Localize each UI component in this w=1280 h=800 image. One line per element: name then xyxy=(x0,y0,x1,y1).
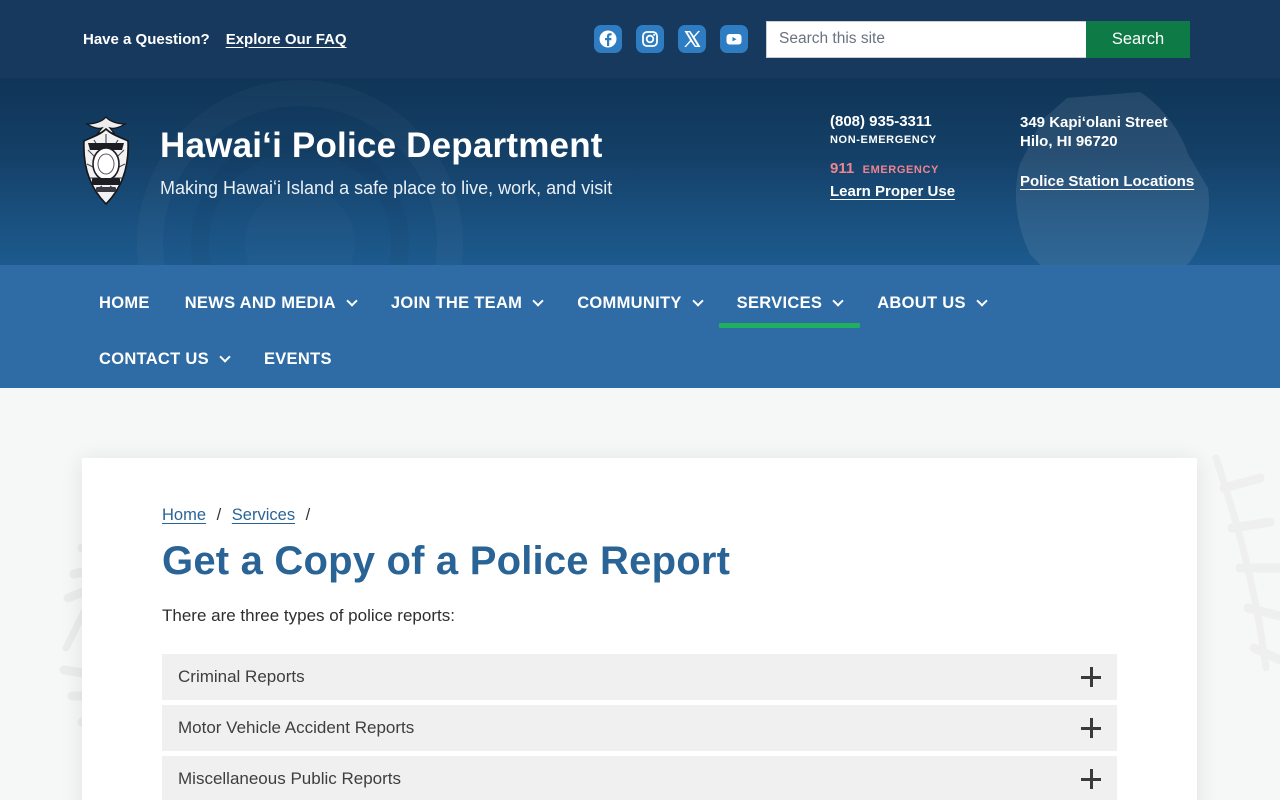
search-input[interactable] xyxy=(766,20,1086,58)
site-identity: Hawaiʻi Police Department Making Hawaiʻi… xyxy=(160,126,612,199)
facebook-icon[interactable] xyxy=(594,25,622,53)
nav-item-home[interactable]: HOME xyxy=(99,294,150,313)
chevron-down-icon xyxy=(832,295,844,307)
nav-label: SERVICES xyxy=(736,293,823,312)
learn-proper-use-link[interactable]: Learn Proper Use xyxy=(830,183,955,200)
hpd-badge-logo xyxy=(83,116,129,206)
nav-item-news-and-media[interactable]: NEWS AND MEDIA xyxy=(184,293,358,313)
emergency-label: EMERGENCY xyxy=(862,164,939,176)
phone-contact-block: (808) 935-3311 NON-EMERGENCY 911 EMERGEN… xyxy=(830,113,955,201)
nav-item-events[interactable]: EVENTS xyxy=(264,350,332,369)
phone-label: NON-EMERGENCY xyxy=(830,134,937,146)
address-line-1: 349 Kapiʻolani Street xyxy=(1020,114,1168,131)
accordion-label: Criminal Reports xyxy=(178,667,305,686)
breadcrumb: Home / Services / xyxy=(162,506,1117,525)
accordion-criminal-reports[interactable]: Criminal Reports xyxy=(162,654,1117,700)
breadcrumb-separator: / xyxy=(216,506,222,524)
chevron-down-icon xyxy=(691,295,704,307)
accordion-list: Criminal Reports Motor Vehicle Accident … xyxy=(162,654,1117,800)
instagram-icon[interactable] xyxy=(636,25,664,53)
faq-prompt: Have a Question? Explore Our FAQ xyxy=(83,31,347,48)
chevron-down-icon xyxy=(532,295,544,307)
x-twitter-icon[interactable] xyxy=(678,25,706,53)
nav-row-2: CONTACT US EVENTS xyxy=(99,335,1280,383)
accordion-miscellaneous-public-reports[interactable]: Miscellaneous Public Reports xyxy=(162,756,1117,800)
page-title: Get a Copy of a Police Report xyxy=(162,539,731,583)
chevron-down-icon xyxy=(346,295,358,307)
nav-item-join-the-team[interactable]: JOIN THE TEAM xyxy=(390,293,544,313)
site-tagline: Making Hawaiʻi Island a safe place to li… xyxy=(160,178,613,198)
accordion-label: Miscellaneous Public Reports xyxy=(178,769,401,788)
station-locations-link[interactable]: Police Station Locations xyxy=(1020,173,1194,190)
nav-label: ABOUT US xyxy=(877,293,966,312)
nav-label: COMMUNITY xyxy=(577,293,682,312)
breadcrumb-separator: / xyxy=(305,506,311,524)
nav-label: CONTACT US xyxy=(99,349,209,368)
emergency-number: 911 xyxy=(830,160,855,177)
social-links xyxy=(594,25,748,53)
nav-item-community[interactable]: COMMUNITY xyxy=(577,293,704,313)
emergency-line: 911 EMERGENCY xyxy=(830,160,955,178)
primary-navigation: HOME NEWS AND MEDIA JOIN THE TEAM COMMUN… xyxy=(0,265,1280,388)
breadcrumb-services-link[interactable]: Services xyxy=(232,506,295,524)
address-block: 349 Kapiʻolani Street Hilo, HI 96720 Pol… xyxy=(1020,113,1194,191)
top-utility-bar: Have a Question? Explore Our FAQ Search … xyxy=(0,0,1280,78)
phone-number: (808) 935-3311 xyxy=(830,113,932,130)
chevron-down-icon xyxy=(219,351,231,363)
nav-label: HOME xyxy=(99,293,150,312)
active-nav-indicator xyxy=(718,322,861,328)
faq-link[interactable]: Explore Our FAQ xyxy=(226,31,347,48)
page-body: Home / Services / Get a Copy of a Police… xyxy=(0,388,1280,800)
content-card: Home / Services / Get a Copy of a Police… xyxy=(82,458,1197,800)
plus-icon xyxy=(1081,718,1101,738)
nav-item-about-us[interactable]: ABOUT US xyxy=(877,293,988,313)
address-line-2: Hilo, HI 96720 xyxy=(1020,133,1118,150)
nav-row-1: HOME NEWS AND MEDIA JOIN THE TEAM COMMUN… xyxy=(99,279,1280,328)
accordion-motor-vehicle-accident-reports[interactable]: Motor Vehicle Accident Reports xyxy=(162,705,1117,751)
plus-icon xyxy=(1081,769,1101,789)
nav-label: NEWS AND MEDIA xyxy=(184,293,336,312)
chevron-down-icon xyxy=(976,295,988,307)
site-title: Hawaiʻi Police Department xyxy=(160,126,603,165)
page-intro: There are three types of police reports: xyxy=(162,606,455,625)
question-label: Have a Question? xyxy=(83,30,210,48)
breadcrumb-home-link[interactable]: Home xyxy=(162,506,206,524)
nav-label: EVENTS xyxy=(263,349,332,368)
search-button[interactable]: Search xyxy=(1086,20,1190,58)
accordion-label: Motor Vehicle Accident Reports xyxy=(178,718,415,737)
fern-watermark-right xyxy=(1212,454,1280,672)
site-search-form: Search xyxy=(766,20,1190,58)
youtube-icon[interactable] xyxy=(720,25,748,53)
nav-item-contact-us[interactable]: CONTACT US xyxy=(99,349,231,369)
nav-item-services[interactable]: SERVICES xyxy=(718,293,861,328)
plus-icon xyxy=(1081,667,1101,687)
site-header: Hawaiʻi Police Department Making Hawaiʻi… xyxy=(0,78,1280,265)
nav-label: JOIN THE TEAM xyxy=(390,293,523,312)
